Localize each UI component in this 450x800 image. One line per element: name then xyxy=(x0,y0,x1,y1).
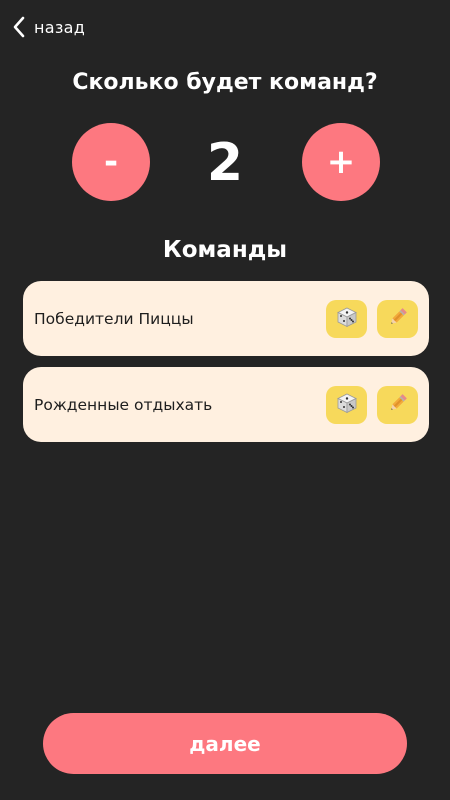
back-button[interactable]: назад xyxy=(12,16,85,38)
team-name: Победители Пиццы xyxy=(34,309,194,328)
next-button[interactable]: далее xyxy=(43,713,407,774)
page-title: Сколько будет команд? xyxy=(72,70,378,95)
edit-name-button[interactable] xyxy=(377,385,418,424)
dice-icon xyxy=(336,392,358,418)
chevron-left-icon xyxy=(12,16,26,38)
dice-icon xyxy=(336,306,358,332)
pencil-icon xyxy=(387,306,409,332)
team-card: Рожденные отдыхать xyxy=(23,367,429,442)
randomize-name-button[interactable] xyxy=(326,385,367,424)
team-name: Рожденные отдыхать xyxy=(34,395,213,414)
team-count-screen: назад Сколько будет команд? - 2 + Команд… xyxy=(0,0,450,800)
team-list: Победители Пиццы Рожденные отдыхать xyxy=(23,281,429,453)
pencil-icon xyxy=(387,392,409,418)
decrease-button[interactable]: - xyxy=(72,123,150,201)
team-count-value: 2 xyxy=(206,133,244,193)
teams-section-title: Команды xyxy=(162,237,288,263)
back-label: назад xyxy=(34,17,86,37)
team-card: Победители Пиццы xyxy=(23,281,429,356)
randomize-name-button[interactable] xyxy=(326,299,367,338)
increase-button[interactable]: + xyxy=(302,123,380,201)
edit-name-button[interactable] xyxy=(377,299,418,338)
